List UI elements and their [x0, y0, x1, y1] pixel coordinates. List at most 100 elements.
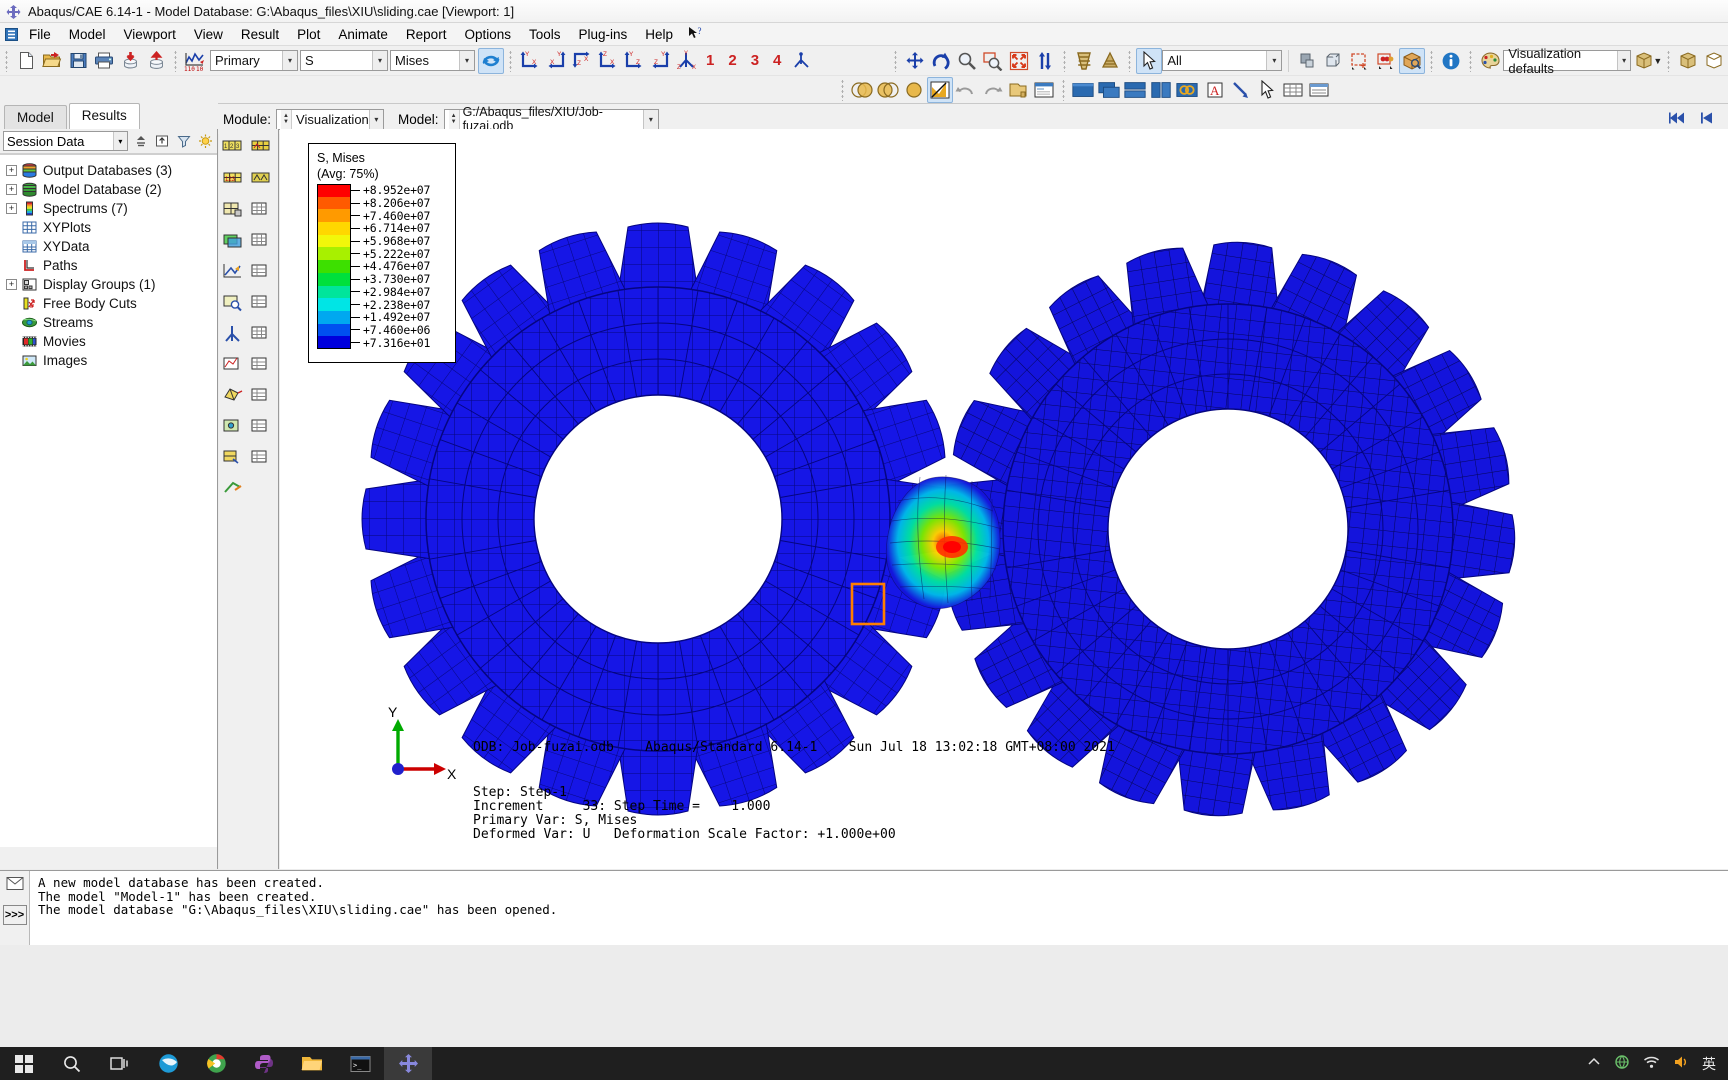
- component-combo[interactable]: Mises ▾: [390, 50, 475, 71]
- contour-symbol-icon[interactable]: [875, 77, 901, 103]
- wifi-icon[interactable]: [1643, 1055, 1660, 1072]
- plot-deformed-icon[interactable]: [247, 133, 275, 162]
- menu-viewport[interactable]: Viewport: [115, 25, 185, 44]
- viewport-canvas[interactable]: S, Mises (Avg: 75%) +8.952e+07 +8.206e+07…: [280, 129, 1728, 869]
- contour-options-icon[interactable]: [219, 195, 247, 224]
- variable-combo[interactable]: S ▾: [300, 50, 388, 71]
- probe-icon[interactable]: [247, 288, 275, 317]
- visualization-defaults-combo[interactable]: Visualization defaults ▾: [1503, 46, 1632, 76]
- tree-item-spectrums[interactable]: + Spectrums (7): [2, 199, 217, 218]
- skip-first-icon[interactable]: [1669, 111, 1686, 128]
- chevron-down-icon[interactable]: ▾: [643, 109, 658, 129]
- annotate-text-icon[interactable]: A: [1202, 77, 1228, 103]
- color-palette-icon[interactable]: [1477, 48, 1503, 74]
- expand-icon[interactable]: +: [6, 203, 17, 214]
- menu-plot[interactable]: Plot: [288, 25, 329, 44]
- message-area-icon[interactable]: [6, 876, 24, 895]
- render-wireframe-icon[interactable]: [1071, 48, 1097, 74]
- common-options-icon[interactable]: [247, 195, 275, 224]
- ply-stack-icon[interactable]: [219, 443, 247, 472]
- tree-item-streams[interactable]: Streams: [2, 313, 217, 332]
- tree-item-output-databases[interactable]: + Output Databases (3): [2, 161, 217, 180]
- module-combo[interactable]: ▲ ▼ Visualization ▾: [276, 108, 385, 130]
- tree-item-xyplots[interactable]: XYPlots: [2, 218, 217, 237]
- expand-icon[interactable]: +: [6, 184, 17, 195]
- system-menu-icon[interactable]: [2, 27, 20, 41]
- app-explorer-icon[interactable]: [288, 1047, 336, 1080]
- field-output-icon[interactable]: 110 10: [182, 48, 208, 74]
- bulb-icon[interactable]: [196, 132, 214, 150]
- chevron-down-icon[interactable]: ▾: [459, 51, 474, 70]
- info-icon[interactable]: [1438, 48, 1464, 74]
- model-spinner[interactable]: ▲ ▼: [448, 109, 460, 129]
- menu-model[interactable]: Model: [60, 25, 115, 44]
- selection-filter-combo[interactable]: All ▾: [1162, 50, 1283, 71]
- view-preset-3[interactable]: 3: [744, 52, 766, 69]
- node-select-icon[interactable]: [1295, 48, 1321, 74]
- chevron-down-icon[interactable]: ▾: [112, 132, 127, 150]
- menu-result[interactable]: Result: [232, 25, 288, 44]
- element-select-icon[interactable]: [1321, 48, 1347, 74]
- render-filled-icon[interactable]: [1097, 48, 1123, 74]
- superimpose-options-icon[interactable]: [219, 226, 247, 255]
- viewport-cube-1-icon[interactable]: [1675, 48, 1701, 74]
- contour-fill-icon[interactable]: [901, 77, 927, 103]
- box-zoom-icon[interactable]: [980, 48, 1006, 74]
- new-icon[interactable]: [13, 48, 39, 74]
- menu-report[interactable]: Report: [397, 25, 456, 44]
- step-back-icon[interactable]: [1700, 111, 1714, 128]
- chevron-down-icon[interactable]: ▾: [1616, 51, 1631, 70]
- contour-overlay-icon[interactable]: [849, 77, 875, 103]
- session-data-combo[interactable]: Session Data ▾: [3, 131, 128, 151]
- create-xydata-icon[interactable]: [219, 319, 247, 348]
- window-tile-vertical-icon[interactable]: [1148, 77, 1174, 103]
- window-cascade-icon[interactable]: [1096, 77, 1122, 103]
- expand-icon[interactable]: +: [6, 279, 17, 290]
- primary-variable-type-combo[interactable]: Primary ▾: [210, 50, 298, 71]
- chevron-down-icon[interactable]: ▼: [1653, 56, 1662, 66]
- chevron-down-icon[interactable]: ▾: [368, 109, 384, 129]
- free-body-manager-icon[interactable]: [247, 381, 275, 410]
- xydata-manager-icon[interactable]: [247, 319, 275, 348]
- chevron-down-icon[interactable]: ▾: [282, 51, 297, 70]
- path-plot-icon[interactable]: [219, 350, 247, 379]
- plot-contour-icon[interactable]: 123: [219, 164, 247, 193]
- query-icon[interactable]: [219, 288, 247, 317]
- animate-time-icon[interactable]: [219, 257, 247, 286]
- view-preset-4[interactable]: 4: [766, 52, 788, 69]
- ply-manager-icon[interactable]: [247, 443, 275, 472]
- annotate-arrow-icon[interactable]: [1228, 77, 1254, 103]
- stream-manager-icon[interactable]: [247, 412, 275, 441]
- tree-item-free-body-cuts[interactable]: Free Body Cuts: [2, 294, 217, 313]
- menu-help[interactable]: Help: [636, 25, 682, 44]
- menu-options[interactable]: Options: [455, 25, 520, 44]
- rotate-icon[interactable]: [928, 48, 954, 74]
- color-code-icon[interactable]: [1399, 47, 1426, 74]
- view-xz-icon[interactable]: XZ: [569, 48, 595, 74]
- contour-limit-icon[interactable]: [927, 76, 953, 103]
- plot-undeformed-icon[interactable]: 123: [219, 133, 247, 162]
- plot-symbol-icon[interactable]: [247, 164, 275, 193]
- window-link-icon[interactable]: [1174, 77, 1200, 103]
- view-zx-icon[interactable]: ZX: [595, 48, 621, 74]
- pan-icon[interactable]: [902, 48, 928, 74]
- app-browser-icon[interactable]: [144, 1047, 192, 1080]
- open-icon[interactable]: [39, 48, 65, 74]
- superimpose-table-icon[interactable]: [247, 226, 275, 255]
- redo-icon[interactable]: [979, 77, 1005, 103]
- model-combo[interactable]: ▲ ▼ G:/Abaqus_files/XIU/Job-fuzai.odb ▾: [443, 105, 659, 133]
- search-icon[interactable]: [48, 1047, 96, 1080]
- animate-options-icon[interactable]: [247, 257, 275, 286]
- window-tile-horizontal-icon[interactable]: [1122, 77, 1148, 103]
- select-pointer-icon[interactable]: [1136, 47, 1163, 74]
- command-prompt-toggle[interactable]: >>>: [2, 905, 27, 925]
- tree-item-paths[interactable]: Paths: [2, 256, 217, 275]
- app-terminal-icon[interactable]: >_: [336, 1047, 384, 1080]
- task-view-icon[interactable]: [96, 1047, 144, 1080]
- sort-icon[interactable]: [132, 132, 150, 150]
- refresh-icon[interactable]: [478, 47, 504, 74]
- annotate-table-icon[interactable]: [1280, 77, 1306, 103]
- contextual-help-icon[interactable]: ?: [688, 26, 705, 43]
- chevron-down-icon[interactable]: ▾: [372, 51, 387, 70]
- fit-view-icon[interactable]: [1006, 48, 1032, 74]
